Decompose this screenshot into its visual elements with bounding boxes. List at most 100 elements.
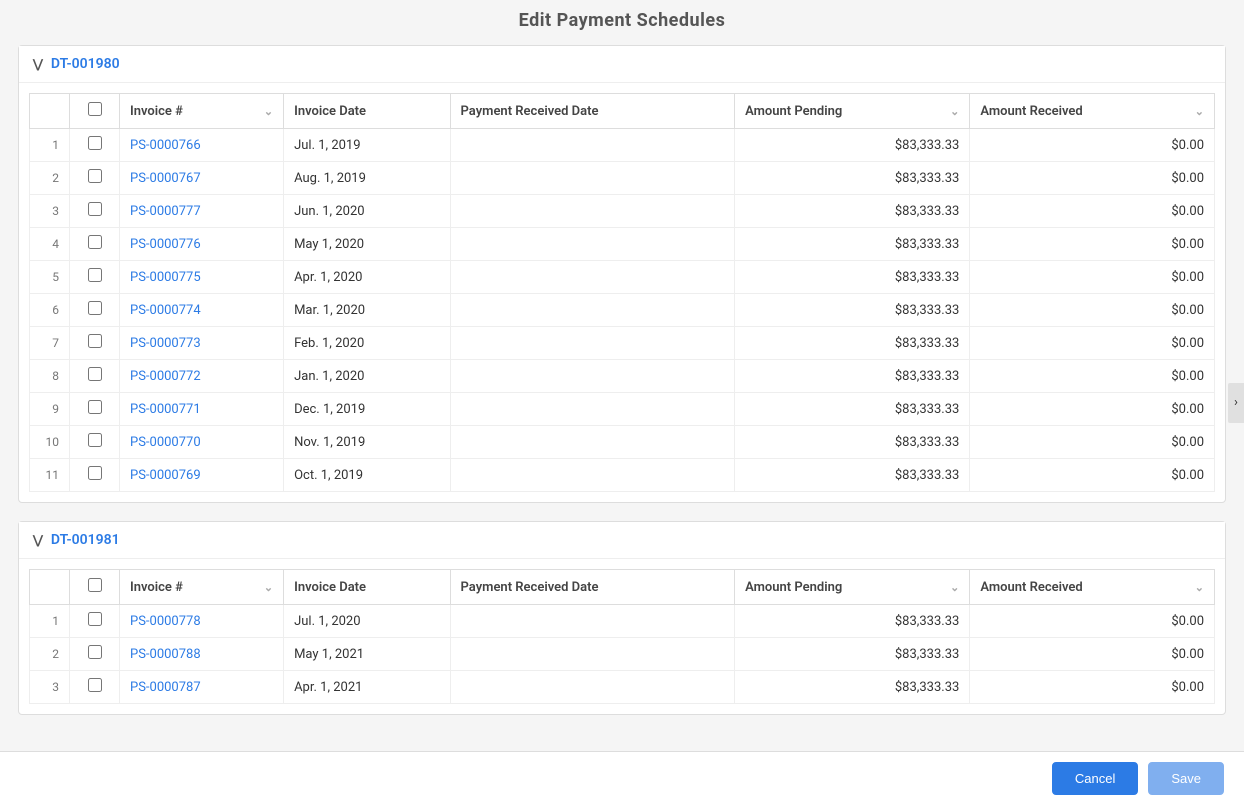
- row-num: 6: [30, 294, 70, 327]
- row-checkbox[interactable]: [88, 645, 102, 659]
- amount-pending: $83,333.33: [735, 459, 970, 492]
- row-checkbox-cell[interactable]: [70, 671, 120, 704]
- payment-received-date: [450, 605, 735, 638]
- right-panel-arrow[interactable]: ›: [1228, 383, 1244, 423]
- invoice-link[interactable]: PS-0000775: [120, 261, 284, 294]
- sort-icon-amount-received-1[interactable]: ⌄: [1195, 105, 1204, 118]
- row-checkbox[interactable]: [88, 334, 102, 348]
- row-checkbox[interactable]: [88, 301, 102, 315]
- table-scroll-1[interactable]: Invoice # ⌄ Invoice Date Payment Receive…: [29, 93, 1215, 492]
- row-checkbox-cell[interactable]: [70, 638, 120, 671]
- row-checkbox-cell[interactable]: [70, 294, 120, 327]
- sort-icon-amount-received-2[interactable]: ⌄: [1195, 581, 1204, 594]
- amount-pending: $83,333.33: [735, 129, 970, 162]
- row-checkbox-cell[interactable]: [70, 426, 120, 459]
- table-row: 9 PS-0000771 Dec. 1, 2019 $83,333.33 $0.…: [30, 393, 1215, 426]
- row-checkbox-cell[interactable]: [70, 195, 120, 228]
- table-row: 10 PS-0000770 Nov. 1, 2019 $83,333.33 $0…: [30, 426, 1215, 459]
- amount-received: $0.00: [970, 228, 1215, 261]
- table-row: 2 PS-0000767 Aug. 1, 2019 $83,333.33 $0.…: [30, 162, 1215, 195]
- amount-received: $0.00: [970, 261, 1215, 294]
- amount-pending: $83,333.33: [735, 261, 970, 294]
- row-checkbox[interactable]: [88, 235, 102, 249]
- invoice-table-1: Invoice # ⌄ Invoice Date Payment Receive…: [29, 93, 1215, 492]
- amount-pending: $83,333.33: [735, 605, 970, 638]
- row-checkbox[interactable]: [88, 612, 102, 626]
- row-checkbox[interactable]: [88, 169, 102, 183]
- payment-received-date: [450, 195, 735, 228]
- amount-received: $0.00: [970, 294, 1215, 327]
- amount-pending: $83,333.33: [735, 426, 970, 459]
- amount-received: $0.00: [970, 129, 1215, 162]
- invoice-date: Mar. 1, 2020: [284, 294, 450, 327]
- amount-received: $0.00: [970, 360, 1215, 393]
- amount-received: $0.00: [970, 459, 1215, 492]
- row-checkbox[interactable]: [88, 268, 102, 282]
- invoice-date: Jul. 1, 2019: [284, 129, 450, 162]
- save-button[interactable]: Save: [1148, 762, 1224, 795]
- section-header-dt-001980[interactable]: ⋁ DT-001980: [19, 46, 1225, 83]
- invoice-link[interactable]: PS-0000774: [120, 294, 284, 327]
- row-checkbox[interactable]: [88, 400, 102, 414]
- invoice-link[interactable]: PS-0000771: [120, 393, 284, 426]
- sort-icon-amount-pending-2[interactable]: ⌄: [950, 581, 959, 594]
- row-checkbox-cell[interactable]: [70, 393, 120, 426]
- cancel-button[interactable]: Cancel: [1052, 762, 1138, 795]
- sort-icon-invoice-1[interactable]: ⌄: [264, 105, 273, 118]
- invoice-link[interactable]: PS-0000766: [120, 129, 284, 162]
- amount-received: $0.00: [970, 426, 1215, 459]
- th-amount-received-2: Amount Received ⌄: [970, 570, 1215, 605]
- page-wrapper: Edit Payment Schedules ⋁ DT-001980: [0, 0, 1244, 805]
- row-checkbox-cell[interactable]: [70, 228, 120, 261]
- invoice-link[interactable]: PS-0000777: [120, 195, 284, 228]
- row-checkbox[interactable]: [88, 678, 102, 692]
- section-header-dt-001981[interactable]: ⋁ DT-001981: [19, 522, 1225, 559]
- select-all-checkbox-2[interactable]: [88, 578, 102, 592]
- row-checkbox-cell[interactable]: [70, 162, 120, 195]
- row-checkbox[interactable]: [88, 466, 102, 480]
- payment-received-date: [450, 294, 735, 327]
- table-row: 11 PS-0000769 Oct. 1, 2019 $83,333.33 $0…: [30, 459, 1215, 492]
- row-checkbox[interactable]: [88, 433, 102, 447]
- invoice-link[interactable]: PS-0000788: [120, 638, 284, 671]
- th-invoice-2: Invoice # ⌄: [120, 570, 284, 605]
- row-num: 1: [30, 605, 70, 638]
- invoice-date: May 1, 2021: [284, 638, 450, 671]
- amount-pending: $83,333.33: [735, 228, 970, 261]
- invoice-link[interactable]: PS-0000770: [120, 426, 284, 459]
- row-checkbox-cell[interactable]: [70, 360, 120, 393]
- invoice-link[interactable]: PS-0000767: [120, 162, 284, 195]
- row-checkbox-cell[interactable]: [70, 327, 120, 360]
- row-checkbox-cell[interactable]: [70, 261, 120, 294]
- row-checkbox-cell[interactable]: [70, 605, 120, 638]
- payment-received-date: [450, 638, 735, 671]
- sort-icon-amount-pending-1[interactable]: ⌄: [950, 105, 959, 118]
- invoice-link[interactable]: PS-0000778: [120, 605, 284, 638]
- row-checkbox-cell[interactable]: [70, 129, 120, 162]
- invoice-link[interactable]: PS-0000773: [120, 327, 284, 360]
- th-checkbox-2: [70, 570, 120, 605]
- select-all-checkbox-1[interactable]: [88, 102, 102, 116]
- invoice-link[interactable]: PS-0000769: [120, 459, 284, 492]
- invoice-link[interactable]: PS-0000776: [120, 228, 284, 261]
- invoice-link[interactable]: PS-0000772: [120, 360, 284, 393]
- row-num: 10: [30, 426, 70, 459]
- sort-icon-invoice-2[interactable]: ⌄: [264, 581, 273, 594]
- row-checkbox[interactable]: [88, 136, 102, 150]
- amount-received: $0.00: [970, 162, 1215, 195]
- invoice-link[interactable]: PS-0000787: [120, 671, 284, 704]
- row-num: 8: [30, 360, 70, 393]
- row-checkbox-cell[interactable]: [70, 459, 120, 492]
- invoice-date: Jun. 1, 2020: [284, 195, 450, 228]
- table-row: 3 PS-0000787 Apr. 1, 2021 $83,333.33 $0.…: [30, 671, 1215, 704]
- invoice-date: May 1, 2020: [284, 228, 450, 261]
- table-row: 2 PS-0000788 May 1, 2021 $83,333.33 $0.0…: [30, 638, 1215, 671]
- amount-received: $0.00: [970, 605, 1215, 638]
- table-row: 4 PS-0000776 May 1, 2020 $83,333.33 $0.0…: [30, 228, 1215, 261]
- row-checkbox[interactable]: [88, 367, 102, 381]
- row-checkbox[interactable]: [88, 202, 102, 216]
- th-invoice-1: Invoice # ⌄: [120, 94, 284, 129]
- th-num-2: [30, 570, 70, 605]
- table-scroll-2[interactable]: Invoice # ⌄ Invoice Date Payment Receive…: [29, 569, 1215, 704]
- invoice-date: Apr. 1, 2021: [284, 671, 450, 704]
